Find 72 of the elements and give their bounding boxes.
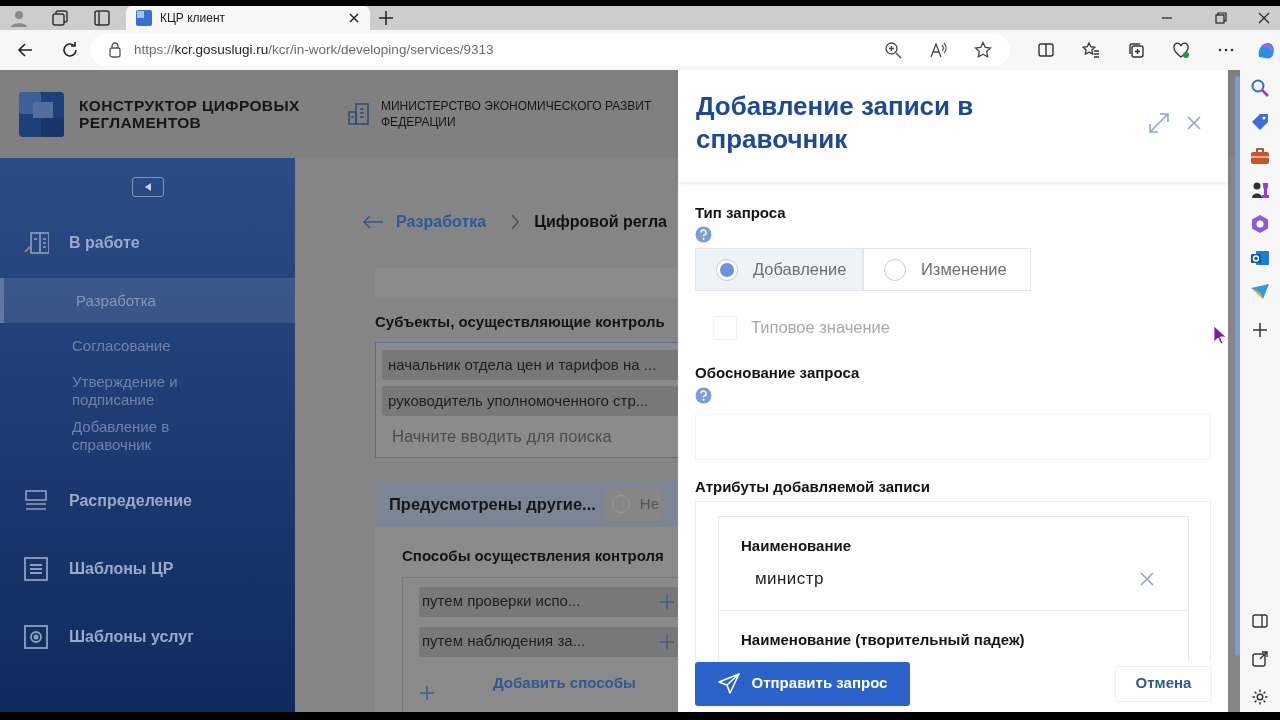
copilot-icon[interactable] xyxy=(1250,214,1270,234)
panel-title: Предусмотрены другие... xyxy=(389,493,596,515)
sidebar-item[interactable]: Шаблоны ЦР xyxy=(0,544,295,594)
external-link-icon[interactable] xyxy=(1251,650,1269,668)
caret-left-icon xyxy=(144,183,151,191)
app-logo-icon xyxy=(19,91,64,137)
sidebar-subitem[interactable]: Добавление в справочник xyxy=(0,413,295,458)
app-logo-icon xyxy=(136,10,152,26)
lock-icon xyxy=(108,42,122,58)
radio-option[interactable]: Добавление xyxy=(695,248,863,292)
field-label: Тип запроса xyxy=(695,202,787,223)
health-heart-icon[interactable] xyxy=(1172,41,1190,59)
page-title: Цифровой регла xyxy=(534,212,667,232)
building-icon xyxy=(347,102,371,126)
favorite-star-icon[interactable] xyxy=(974,41,992,59)
sidebar-item[interactable]: Распределение xyxy=(0,476,295,526)
close-icon[interactable] xyxy=(1257,11,1271,25)
app-title: КОНСТРУКТОР ЦИФРОВЫХ РЕГЛАМЕНТОВ xyxy=(79,97,301,131)
field-label: Обоснование запроса xyxy=(695,363,861,384)
address-bar[interactable]: https://kcr.gosuslugi.ru/kcr/in-work/developing/services/9313 xyxy=(90,34,1010,66)
read-aloud-icon[interactable] xyxy=(929,41,947,59)
tab-title: КЦР клиент xyxy=(160,10,227,27)
split-screen-icon[interactable] xyxy=(1037,41,1055,59)
document-icon xyxy=(23,230,49,256)
restore-icon[interactable] xyxy=(1214,11,1228,25)
field-label: Наименование xyxy=(741,536,853,557)
sidebar-subitem[interactable]: Разработка xyxy=(0,278,295,323)
plus-icon[interactable] xyxy=(1250,320,1270,340)
send-icon xyxy=(717,672,740,695)
chess-pieces-icon[interactable] xyxy=(1250,180,1270,200)
field-label: Атрибуты добавляемой записи xyxy=(695,476,931,497)
organization-name: МИНИСТЕРСТВО ЭКОНОМИЧЕСКОГО РАЗВИТ xyxy=(381,98,652,114)
sidebar-item[interactable]: Шаблоны услуг xyxy=(0,612,295,662)
sidebar-panel-icon[interactable] xyxy=(1251,612,1269,630)
target-icon xyxy=(23,624,49,650)
tag-label: путем проверки испо... xyxy=(422,591,582,612)
mail-app-icon[interactable] xyxy=(1250,248,1270,268)
browser-tab[interactable]: КЦР клиент xyxy=(126,6,370,30)
paper-plane-icon[interactable] xyxy=(1250,282,1270,302)
sidebar-item[interactable]: В работе xyxy=(0,218,295,268)
field-label: Субъекты, осуществляющие контроль xyxy=(375,312,665,332)
search-icon[interactable] xyxy=(1250,78,1270,98)
refresh-icon[interactable] xyxy=(60,40,80,60)
favorites-icon[interactable] xyxy=(1082,41,1100,59)
list-icon xyxy=(23,556,49,582)
zoom-in-icon[interactable] xyxy=(884,41,902,59)
close-icon[interactable] xyxy=(348,12,360,24)
tag-label: путем наблюдения за... xyxy=(422,631,587,652)
tag-icon[interactable] xyxy=(1250,112,1270,132)
new-tab-icon[interactable] xyxy=(378,10,394,26)
submit-button[interactable]: Отправить запрос xyxy=(695,661,910,706)
cancel-button[interactable]: Отмена xyxy=(1115,665,1212,702)
text-field[interactable]: министр xyxy=(741,563,1154,594)
sidebar-subitem[interactable]: Согласование xyxy=(0,323,295,368)
workspaces-icon[interactable] xyxy=(51,9,69,27)
field-label: Наименование (творительный падеж) xyxy=(741,630,1026,651)
tab-actions-icon[interactable] xyxy=(93,9,111,27)
profile-icon xyxy=(9,8,29,28)
sidebar-subitem[interactable]: Утверждение и подписание xyxy=(0,368,295,413)
organization-name: ФЕДЕРАЦИИ xyxy=(381,114,457,130)
help-icon xyxy=(695,386,712,404)
drawer-title: Добавление записи в справочник xyxy=(696,90,975,156)
help-icon xyxy=(695,226,712,244)
collapse-button[interactable] xyxy=(131,177,164,197)
collections-icon[interactable] xyxy=(1127,41,1145,59)
radio-option[interactable]: Изменение xyxy=(863,248,1031,292)
back-arrow-icon xyxy=(362,215,384,229)
field-label: Способы осуществления контроля xyxy=(402,546,665,566)
briefcase-icon[interactable] xyxy=(1250,146,1270,166)
search-placeholder: Начните вводить для поиска xyxy=(391,426,613,447)
chevron-right-icon xyxy=(510,214,521,230)
scrollbar-thumb[interactable] xyxy=(1235,76,1240,656)
